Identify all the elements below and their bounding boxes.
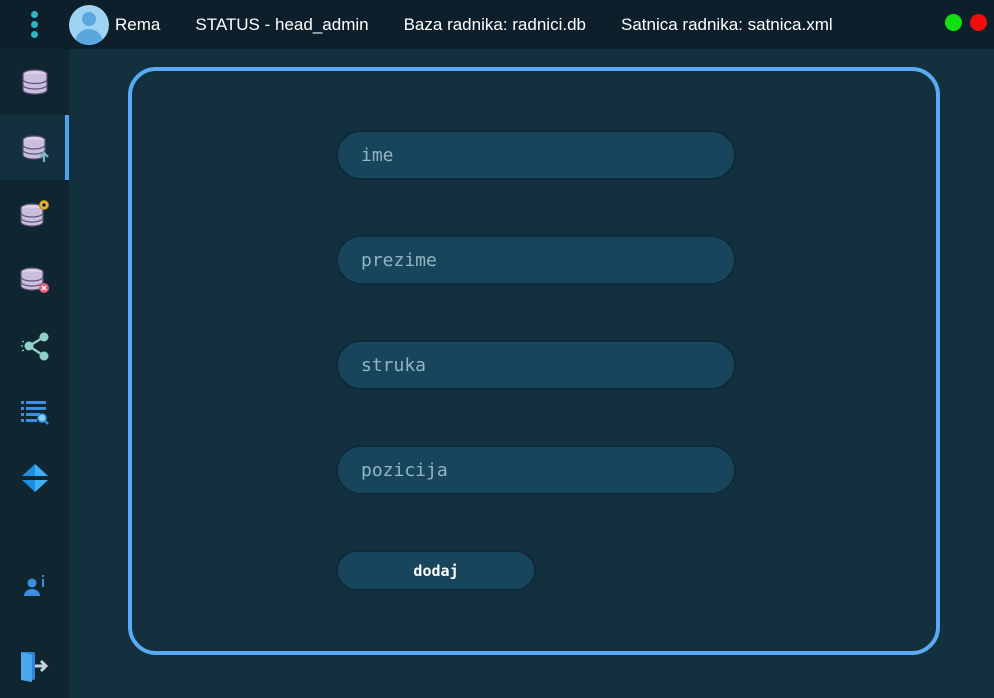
sidebar-item-user-info[interactable] (0, 553, 69, 618)
user-info-icon (23, 574, 44, 596)
avatar[interactable] (69, 4, 109, 45)
logout-icon (20, 651, 48, 682)
share-icon (20, 332, 48, 360)
struka-input[interactable] (336, 340, 736, 390)
menu-icon[interactable] (0, 0, 69, 49)
sidebar-item-database-upload[interactable] (0, 115, 69, 180)
database-settings-icon (19, 199, 49, 227)
list-search-icon (20, 400, 49, 425)
sidebar-item-database-delete[interactable] (0, 247, 69, 312)
status-text: STATUS - head_admin (195, 14, 369, 34)
database-delete-icon (19, 266, 49, 293)
sidebar-item-list-search[interactable] (0, 379, 69, 444)
sidebar-item-database[interactable] (0, 49, 69, 114)
database-icon (21, 68, 48, 95)
database-upload-icon (21, 134, 49, 162)
form-panel: dodaj (128, 67, 940, 655)
sidebar (0, 49, 69, 698)
sidebar-item-sort[interactable] (0, 445, 69, 510)
maximize-button[interactable] (945, 14, 962, 31)
user-name: Rema (115, 14, 161, 34)
database-text: Baza radnika: radnici.db (403, 14, 586, 34)
sidebar-item-logout[interactable] (0, 633, 69, 698)
schedule-text: Satnica radnika: satnica.xml (620, 14, 833, 34)
pozicija-input[interactable] (336, 445, 736, 495)
close-button[interactable] (970, 14, 987, 31)
sidebar-item-database-settings[interactable] (0, 181, 69, 246)
ime-input[interactable] (336, 130, 736, 180)
prezime-input[interactable] (336, 235, 736, 285)
sort-arrows-icon (21, 463, 48, 492)
top-bar: Rema STATUS - head_admin Baza radnika: r… (0, 0, 994, 49)
dodaj-button[interactable]: dodaj (336, 550, 536, 591)
sidebar-item-share[interactable] (0, 313, 69, 378)
